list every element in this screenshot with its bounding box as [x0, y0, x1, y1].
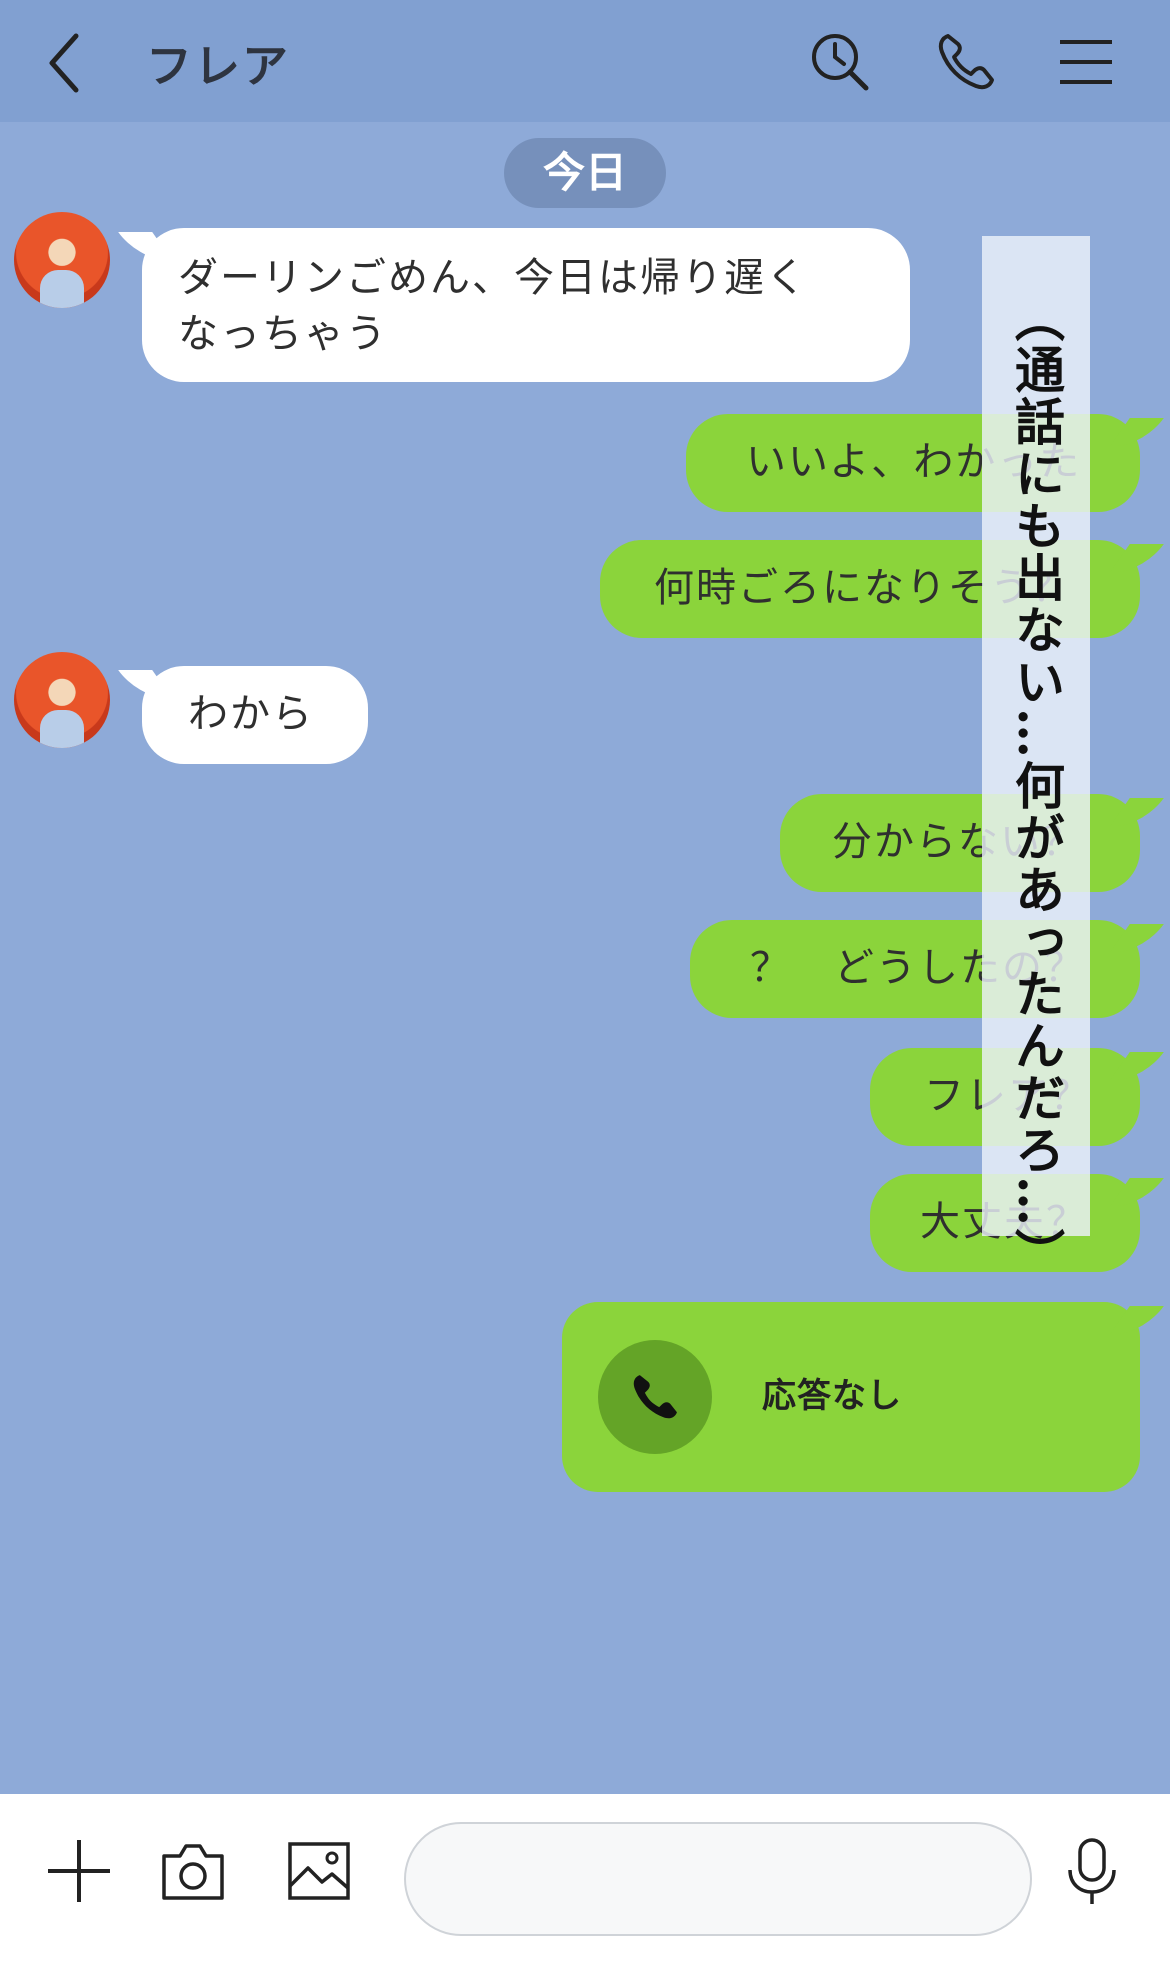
message-text: なっちゃう — [178, 311, 388, 357]
avatar[interactable] — [14, 652, 110, 748]
chat-header: フレア — [0, 0, 1170, 122]
chat-title: フレア — [146, 39, 290, 93]
phone-icon — [633, 1375, 677, 1419]
message-bubble-received: わから — [142, 666, 368, 764]
input-bar — [0, 1794, 1170, 1968]
caption-text: （通話にも出ない…何があったんだろ…） — [1007, 292, 1066, 1280]
date-separator: 今日 — [504, 138, 666, 208]
message-input[interactable] — [404, 1822, 1032, 1936]
message-bubble-received: ダーリンごめん、今日は帰り遅く なっちゃう — [142, 228, 910, 382]
search-icon[interactable] — [808, 30, 872, 94]
image-icon[interactable] — [284, 1836, 354, 1906]
call-icon-circle — [598, 1340, 712, 1454]
plus-icon[interactable] — [44, 1836, 114, 1906]
phone-icon[interactable] — [934, 30, 998, 94]
message-text: わから — [188, 691, 314, 737]
call-bubble[interactable]: 応答なし — [562, 1302, 1140, 1492]
menu-icon[interactable] — [1054, 30, 1118, 94]
avatar[interactable] — [14, 212, 110, 308]
chevron-left-icon[interactable] — [42, 28, 90, 98]
call-status-label: 応答なし — [762, 1376, 902, 1416]
message-text: ダーリンごめん、今日は帰り遅く — [178, 255, 808, 301]
microphone-icon[interactable] — [1060, 1836, 1124, 1906]
camera-icon[interactable] — [158, 1836, 228, 1906]
